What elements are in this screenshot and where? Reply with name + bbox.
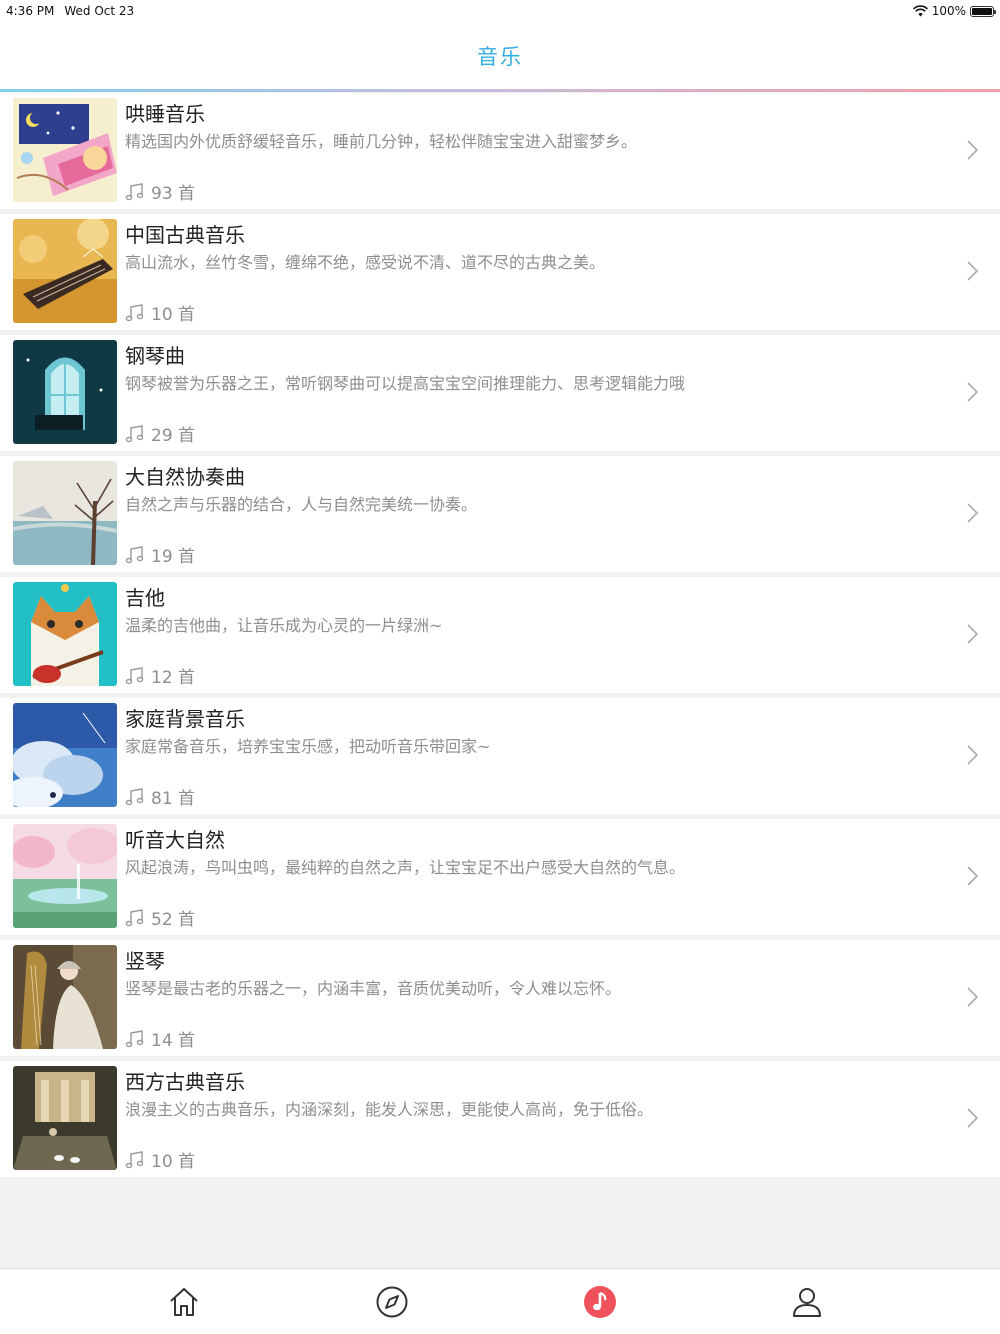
landscape-thumbnail xyxy=(13,824,117,928)
status-date: Wed Oct 23 xyxy=(64,4,135,18)
music-note-icon xyxy=(125,303,144,321)
tab-bar xyxy=(0,1268,1000,1334)
lullaby-thumbnail xyxy=(13,98,117,202)
item-count-text: 93 首 xyxy=(151,184,196,204)
category-list: 哄睡音乐 精选国内外优质舒缓轻音乐，睡前几分钟，轻松伴随宝宝进入甜蜜梦乡。 93… xyxy=(0,93,1000,1182)
item-count: 12 首 xyxy=(125,663,195,688)
battery-icon xyxy=(970,5,996,17)
item-title: 哄睡音乐 xyxy=(125,102,205,126)
chevron-right-icon xyxy=(967,382,979,402)
home-icon xyxy=(170,1288,198,1316)
guzheng-thumbnail xyxy=(13,219,117,323)
list-item[interactable]: 西方古典音乐 浪漫主义的古典音乐，内涵深刻，能发人深思，更能使人高尚，免于低俗。… xyxy=(0,1061,1000,1177)
item-count-text: 12 首 xyxy=(151,668,196,688)
nav-gradient-divider xyxy=(0,89,1000,92)
item-count: 29 首 xyxy=(125,421,195,446)
chevron-right-icon xyxy=(967,1108,979,1128)
list-item[interactable]: 听音大自然 风起浪涛，鸟叫虫鸣，最纯粹的自然之声，让宝宝足不出户感受大自然的气息… xyxy=(0,819,1000,935)
tab-profile[interactable] xyxy=(790,1285,824,1319)
item-count-text: 29 首 xyxy=(151,426,196,446)
item-count-text: 52 首 xyxy=(151,910,196,930)
piano-thumbnail xyxy=(13,340,117,444)
music-note-icon xyxy=(125,1150,144,1168)
item-description: 家庭常备音乐，培养宝宝乐感，把动听音乐带回家~ xyxy=(125,737,491,756)
item-description: 高山流水，丝竹冬雪，缠绵不绝，感受说不清、道不尽的古典之美。 xyxy=(125,253,606,272)
item-count-text: 10 首 xyxy=(151,1152,196,1172)
item-description: 自然之声与乐器的结合，人与自然完美统一协奏。 xyxy=(125,495,478,514)
item-description: 钢琴被誉为乐器之王，常听钢琴曲可以提高宝宝空间推理能力、思考逻辑能力哦 xyxy=(125,374,686,393)
status-time: 4:36 PM xyxy=(6,4,55,18)
music-note-icon xyxy=(125,787,144,805)
item-count: 81 首 xyxy=(125,784,195,809)
item-title: 西方古典音乐 xyxy=(125,1070,245,1094)
nav-bar: 音乐 xyxy=(0,22,1000,90)
list-item[interactable]: 吉他 温柔的吉他曲，让音乐成为心灵的一片绿洲~ 12 首 xyxy=(0,577,1000,693)
list-item[interactable]: 大自然协奏曲 自然之声与乐器的结合，人与自然完美统一协奏。 19 首 xyxy=(0,456,1000,572)
harp-painting-thumbnail xyxy=(13,945,117,1049)
cat-guitar-thumbnail xyxy=(13,582,117,686)
item-description: 精选国内外优质舒缓轻音乐，睡前几分钟，轻松伴随宝宝进入甜蜜梦乡。 xyxy=(125,132,638,151)
music-note-icon xyxy=(125,666,144,684)
status-left: 4:36 PM Wed Oct 23 xyxy=(6,4,134,18)
item-title: 钢琴曲 xyxy=(125,344,185,368)
item-count: 14 首 xyxy=(125,1026,195,1051)
item-count: 93 首 xyxy=(125,179,195,204)
person-icon xyxy=(793,1288,821,1317)
item-count: 10 首 xyxy=(125,300,195,325)
sky-thumbnail xyxy=(13,703,117,807)
nature-tree-thumbnail xyxy=(13,461,117,565)
status-bar: 4:36 PM Wed Oct 23 100% xyxy=(0,0,1000,22)
item-count-text: 81 首 xyxy=(151,789,196,809)
wifi-icon xyxy=(912,5,928,17)
status-right: 100% xyxy=(912,4,996,18)
list-item[interactable]: 钢琴曲 钢琴被誉为乐器之王，常听钢琴曲可以提高宝宝空间推理能力、思考逻辑能力哦 … xyxy=(0,335,1000,451)
item-count-text: 10 首 xyxy=(151,305,196,325)
item-title: 家庭背景音乐 xyxy=(125,707,245,731)
chevron-right-icon xyxy=(967,261,979,281)
item-title: 听音大自然 xyxy=(125,828,225,852)
chevron-right-icon xyxy=(967,503,979,523)
classical-painting-thumbnail xyxy=(13,1066,117,1170)
item-count: 19 首 xyxy=(125,542,195,567)
chevron-right-icon xyxy=(967,866,979,886)
battery-fill xyxy=(972,7,992,15)
page-title: 音乐 xyxy=(477,45,523,69)
list-item[interactable]: 中国古典音乐 高山流水，丝竹冬雪，缠绵不绝，感受说不清、道不尽的古典之美。 10… xyxy=(0,214,1000,330)
music-note-icon xyxy=(125,545,144,563)
item-title: 吉他 xyxy=(125,586,165,610)
item-count: 52 首 xyxy=(125,905,195,930)
chevron-right-icon xyxy=(967,745,979,765)
chevron-right-icon xyxy=(967,624,979,644)
music-note-icon xyxy=(125,424,144,442)
tab-discover[interactable] xyxy=(375,1285,409,1319)
music-note-icon xyxy=(584,1286,616,1318)
item-description: 风起浪涛，鸟叫虫鸣，最纯粹的自然之声，让宝宝足不出户感受大自然的气息。 xyxy=(125,858,686,877)
compass-icon xyxy=(376,1286,408,1318)
music-note-icon xyxy=(125,1029,144,1047)
music-note-icon xyxy=(125,908,144,926)
tab-music[interactable] xyxy=(583,1285,617,1319)
music-note-icon xyxy=(125,182,144,200)
app-root: 4:36 PM Wed Oct 23 100% 音乐 哄睡音乐 精选国内外优质舒… xyxy=(0,0,1000,1334)
list-item[interactable]: 哄睡音乐 精选国内外优质舒缓轻音乐，睡前几分钟，轻松伴随宝宝进入甜蜜梦乡。 93… xyxy=(0,93,1000,209)
list-item[interactable]: 家庭背景音乐 家庭常备音乐，培养宝宝乐感，把动听音乐带回家~ 81 首 xyxy=(0,698,1000,814)
list-item[interactable]: 竖琴 竖琴是最古老的乐器之一，内涵丰富，音质优美动听，令人难以忘怀。 14 首 xyxy=(0,940,1000,1056)
item-description: 竖琴是最古老的乐器之一，内涵丰富，音质优美动听，令人难以忘怀。 xyxy=(125,979,622,998)
item-title: 大自然协奏曲 xyxy=(125,465,245,489)
tab-home[interactable] xyxy=(167,1285,201,1319)
item-title: 中国古典音乐 xyxy=(125,223,245,247)
item-description: 温柔的吉他曲，让音乐成为心灵的一片绿洲~ xyxy=(125,616,443,635)
item-count-text: 19 首 xyxy=(151,547,196,567)
item-title: 竖琴 xyxy=(125,949,165,973)
item-description: 浪漫主义的古典音乐，内涵深刻，能发人深思，更能使人高尚，免于低俗。 xyxy=(125,1100,654,1119)
chevron-right-icon xyxy=(967,140,979,160)
battery-percent: 100% xyxy=(931,4,966,18)
item-count: 10 首 xyxy=(125,1147,195,1172)
chevron-right-icon xyxy=(967,987,979,1007)
item-count-text: 14 首 xyxy=(151,1031,196,1051)
